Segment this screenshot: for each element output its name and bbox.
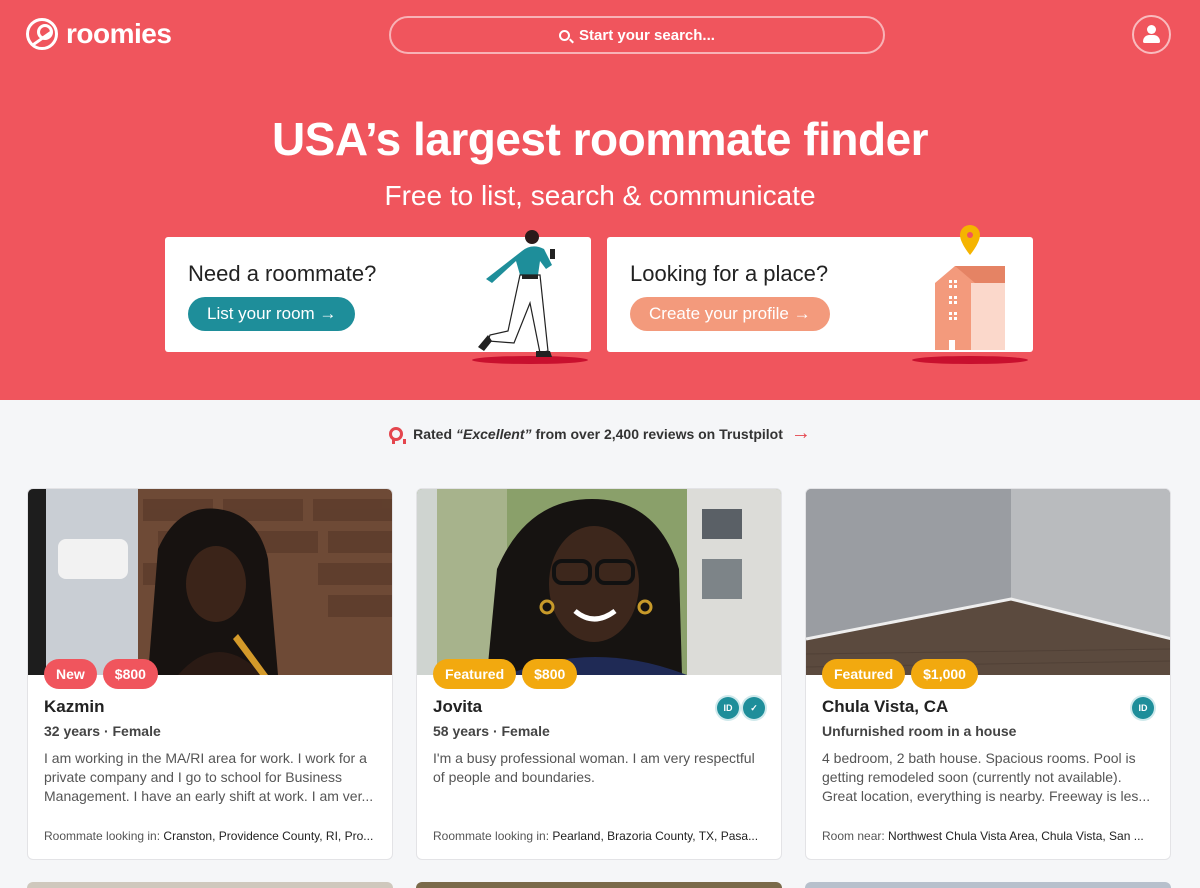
walking-person-illustration [472,230,588,364]
logo-text: roomies [66,18,172,49]
card-location: Roommate looking in: Pearland, Brazoria … [433,829,759,843]
arrow-right-icon: → [790,422,811,444]
next-listing-card-peek[interactable] [416,882,782,888]
next-listing-card-peek[interactable] [805,882,1171,888]
listing-card[interactable]: Featured $800 ID ✓ Jovita 58 years · Fem… [416,488,782,860]
search-icon [559,29,571,41]
trust-suffix: from over 2,400 reviews on Trustpilot [535,425,783,442]
verification-badges: ID ✓ [717,697,765,719]
badge-row: Featured $800 [433,659,578,689]
listing-photo [806,489,1171,675]
card-description: I am working in the MA/RI area for work.… [44,750,374,804]
building-location-illustration [912,225,1028,364]
trustpilot-rating-link[interactable]: Rated “Excellent” from over 2,400 review… [0,422,1200,445]
next-listing-card-peek[interactable] [27,882,393,888]
list-your-room-button[interactable]: List your room → [188,297,356,331]
listing-photo [28,489,393,675]
profile-verified-icon: ✓ [743,697,765,719]
card-meta: 58 years · Female [433,723,550,739]
trust-rating: “Excellent” [456,425,532,442]
badge-row: New $800 [44,659,158,689]
price-badge: $1,000 [911,659,978,689]
featured-badge: Featured [433,659,517,689]
user-icon [1147,25,1156,34]
hero-section: roomies Start your search... USA’s large… [0,0,1200,400]
award-ribbon-icon [389,426,407,444]
need-roommate-title: Need a roommate? [188,261,377,286]
create-profile-button[interactable]: Create your profile → [630,297,830,331]
logo[interactable]: roomies [26,18,172,50]
featured-badge: Featured [822,659,906,689]
listing-photo [417,489,782,675]
search-placeholder: Start your search... [579,26,715,44]
card-title: Chula Vista, CA [822,697,949,716]
hero-title: USA’s largest roommate finder [271,113,929,165]
badge-row: Featured $1,000 [822,659,978,689]
card-meta: Unfurnished room in a house [822,723,1017,739]
card-meta: 32 years · Female [44,723,161,739]
price-badge: $800 [522,659,578,689]
looking-for-place-title: Looking for a place? [630,261,829,286]
card-location: Roommate looking in: Cranston, Providenc… [44,829,374,843]
roomies-logo-icon [26,18,58,50]
listing-card[interactable]: Featured $1,000 ID Chula Vista, CA Unfur… [805,488,1171,860]
price-badge: $800 [102,659,158,689]
card-description: 4 bedroom, 2 bath house. Spacious rooms.… [822,750,1151,804]
trust-prefix: Rated [413,425,452,442]
search-bar[interactable]: Start your search... [389,16,885,54]
card-title: Kazmin [44,697,105,716]
user-account-button[interactable] [1132,15,1171,54]
hero-subtitle: Free to list, search & communicate [384,180,816,211]
id-verified-icon: ID [1132,697,1154,719]
card-location: Room near: Northwest Chula Vista Area, C… [822,829,1144,843]
listing-card[interactable]: New $800 Kazmin 32 years · Female I am w… [27,488,393,860]
id-verified-icon: ID [717,697,739,719]
card-title: Jovita [433,697,483,716]
verification-badges: ID [1132,697,1154,719]
card-description: I'm a busy professional woman. I am very… [433,750,755,785]
status-badge: New [44,659,97,689]
